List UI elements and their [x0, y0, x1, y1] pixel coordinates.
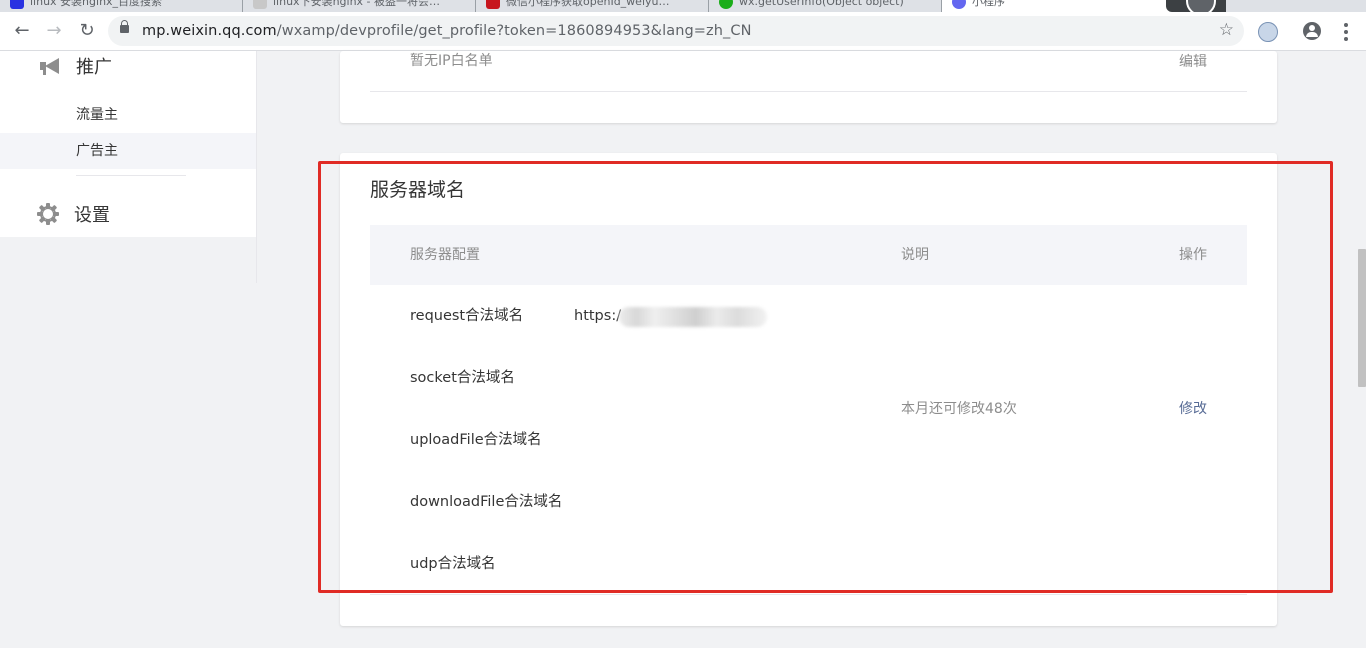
ip-whitelist-card: 暂无IP白名单 编辑: [340, 51, 1277, 123]
divider: [370, 91, 1247, 92]
browser-tab[interactable]: linux下安装nginx - 被盗一将会…: [243, 0, 476, 12]
sidebar-item-advertiser[interactable]: 广告主: [0, 133, 256, 169]
megaphone-icon: [38, 56, 60, 76]
browser-tab[interactable]: 微信小程序获取openId_weiyu…: [476, 0, 709, 12]
wechat-favicon-icon: [719, 0, 733, 9]
csdn-favicon-icon: [486, 0, 500, 9]
baidu-favicon-icon: [10, 0, 24, 9]
sidebar-item-label: 广告主: [76, 143, 118, 159]
sidebar-group-settings[interactable]: 设置: [37, 201, 110, 227]
browser-tab[interactable]: linux 安装nginx_百度搜索: [0, 0, 243, 12]
extension-icon[interactable]: [1258, 22, 1278, 42]
sidebar-divider: [76, 175, 186, 176]
browser-tab-strip: linux 安装nginx_百度搜索 linux下安装nginx - 被盗一将会…: [0, 0, 1366, 12]
browser-tab[interactable]: wx.getUserInfo(Object object): [709, 0, 942, 12]
sidebar-item-label: 流量主: [76, 107, 118, 123]
forward-arrow-icon[interactable]: →: [42, 19, 66, 43]
ip-whitelist-empty-text: 暂无IP白名单: [410, 53, 493, 69]
sidebar-border: [256, 51, 257, 283]
address-bar[interactable]: mp.weixin.qq.com/wxamp/devprofile/get_pr…: [108, 16, 1244, 46]
sidebar-group-promotion[interactable]: 推广: [38, 53, 112, 79]
divider: [370, 594, 1247, 595]
page-favicon-icon: [253, 0, 267, 9]
profile-avatar-icon[interactable]: [1186, 0, 1216, 12]
edit-ip-whitelist-link[interactable]: 编辑: [1179, 52, 1207, 72]
browser-menu-icon[interactable]: [1344, 23, 1348, 41]
sidebar-group-label: 设置: [74, 205, 110, 226]
browser-toolbar: ← → ↻ mp.weixin.qq.com/wxamp/devprofile/…: [0, 12, 1366, 51]
page-content: 推广 流量主 广告主 设置 暂无IP白名单 编辑 服务器域名 服务器配置 说明 …: [0, 51, 1366, 648]
sidebar-group-label: 推广: [76, 57, 112, 78]
scrollbar-thumb[interactable]: [1358, 249, 1366, 387]
browser-tab-active[interactable]: 小程序: [942, 0, 1174, 12]
bookmark-star-icon[interactable]: ☆: [1219, 20, 1234, 40]
url-text[interactable]: mp.weixin.qq.com/wxamp/devprofile/get_pr…: [142, 16, 752, 46]
annotation-highlight-box: [318, 161, 1333, 593]
sidebar: 推广 流量主 广告主 设置: [0, 51, 256, 237]
account-icon[interactable]: [1303, 22, 1321, 40]
gear-icon: [37, 203, 59, 225]
lock-icon: [120, 20, 129, 33]
reload-icon[interactable]: ↻: [75, 19, 99, 43]
miniprogram-favicon-icon: [952, 0, 966, 9]
back-arrow-icon[interactable]: ←: [10, 19, 34, 43]
sidebar-item-traffic-owner[interactable]: 流量主: [0, 97, 256, 133]
